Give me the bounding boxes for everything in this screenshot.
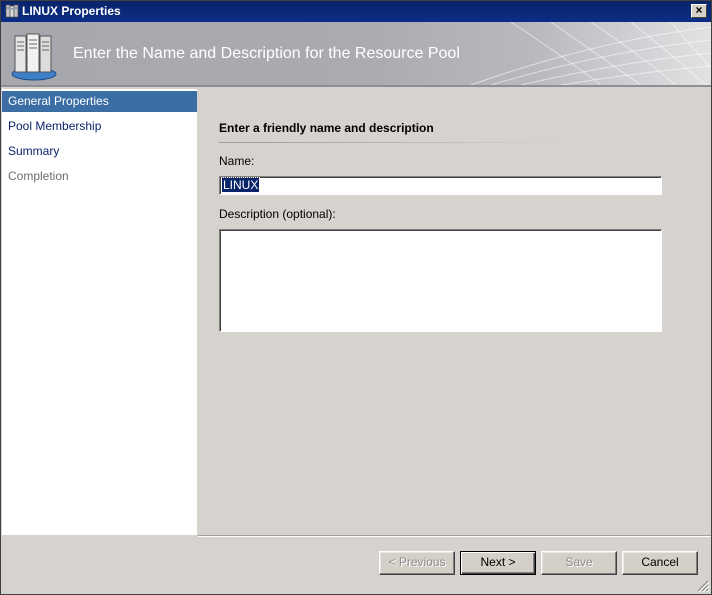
previous-button: < Previous: [379, 551, 455, 575]
globe-grid-decoration: [470, 22, 711, 85]
section-title: Enter a friendly name and description: [219, 121, 434, 135]
next-button[interactable]: Next >: [460, 551, 536, 575]
save-button: Save: [541, 551, 617, 575]
wizard-navigation: General Properties Pool Membership Summa…: [2, 89, 197, 535]
description-label: Description (optional):: [219, 207, 336, 221]
close-button[interactable]: ×: [691, 4, 707, 18]
resize-grip-icon[interactable]: [697, 580, 709, 592]
title-bar[interactable]: LINUX Properties ×: [1, 1, 711, 22]
server-pool-icon: [11, 33, 57, 81]
server-icon: [5, 4, 19, 18]
nav-item-general-properties[interactable]: General Properties: [2, 91, 197, 112]
page-heading: Enter the Name and Description for the R…: [73, 45, 460, 62]
header-banner: Enter the Name and Description for the R…: [1, 22, 711, 85]
nav-item-completion: Completion: [8, 169, 69, 183]
banner-divider: [1, 85, 711, 87]
description-input[interactable]: [219, 229, 662, 332]
nav-item-pool-membership[interactable]: Pool Membership: [2, 116, 197, 137]
window-title: LINUX Properties: [22, 4, 121, 18]
section-divider: [219, 142, 557, 143]
name-label: Name:: [219, 154, 255, 168]
close-icon: ×: [695, 3, 703, 17]
name-input[interactable]: LINUX: [219, 176, 662, 195]
name-value: LINUX: [220, 177, 261, 193]
footer-divider: [198, 535, 711, 537]
content-panel: Enter a friendly name and description Na…: [198, 89, 711, 535]
nav-item-summary[interactable]: Summary: [2, 141, 197, 162]
cancel-button[interactable]: Cancel: [622, 551, 698, 575]
properties-dialog: LINUX Properties × Enter the Name and De…: [0, 0, 712, 595]
